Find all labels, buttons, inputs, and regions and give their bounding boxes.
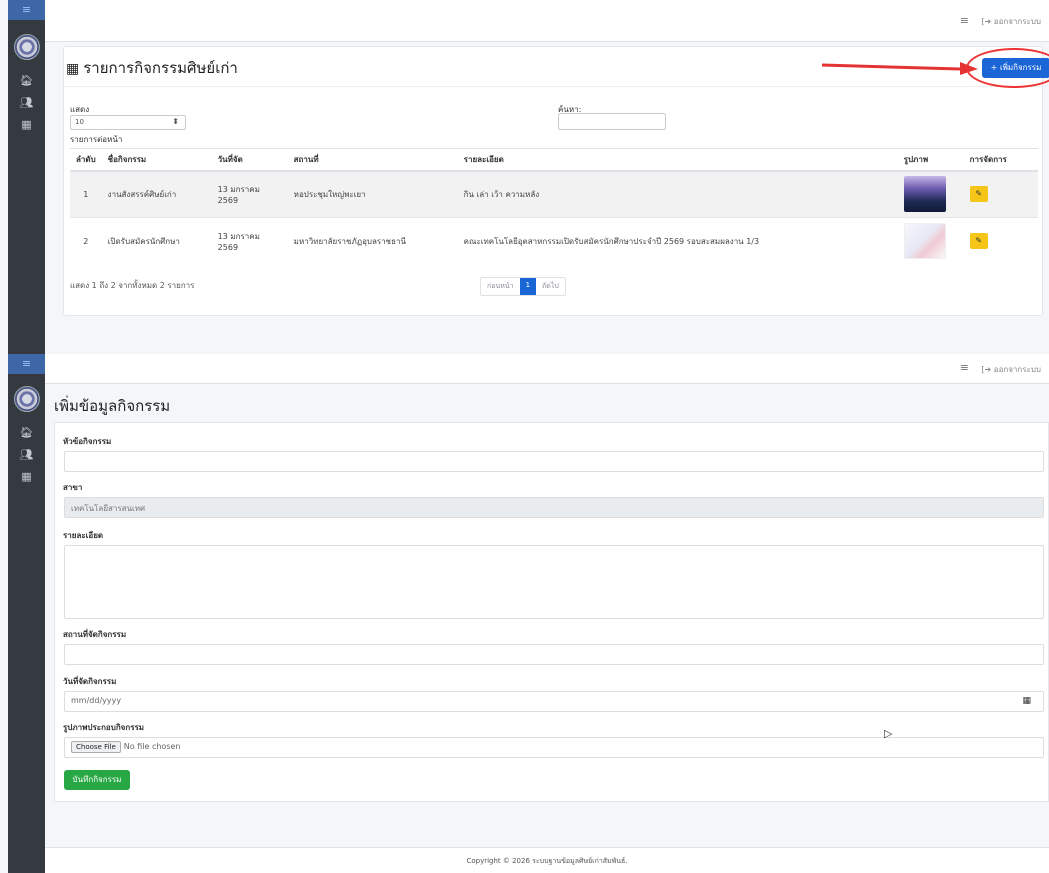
chevron-icon: ⬍ [172, 117, 179, 126]
table-row: 1 งานสังสรรค์ศิษย์เก่า 13 มกราคม 2569 หอ… [70, 170, 1038, 218]
cell-date: 13 มกราคม 2569 [211, 170, 288, 218]
home-icon: 🏠︎ [19, 74, 34, 87]
logout-link[interactable]: [➜ ออกจากระบบ [981, 15, 1041, 28]
place-input[interactable] [64, 644, 1044, 665]
hamburger-icon[interactable]: ≡ [960, 361, 969, 374]
col-detail[interactable]: รายละเอียด [457, 148, 898, 172]
table-info: แสดง 1 ถึง 2 จากทั้งหมด 2 รายการ [70, 281, 195, 290]
card-header: ▦ รายการกิจกรรมศิษย์เก่า + เพิ่มกิจกรรม [64, 47, 1049, 88]
detail-label: รายละเอียด [63, 531, 104, 540]
sidebar-item-alumni[interactable]: 👥︎ [8, 444, 45, 466]
pager-prev[interactable]: ก่อนหน้า [481, 278, 520, 295]
table-header-row: ลำดับ ชื่อกิจกรรม วันที่จัด สถานที่ รายล… [70, 148, 1038, 172]
activity-table: ลำดับ ชื่อกิจกรรม วันที่จัด สถานที่ รายล… [70, 148, 1038, 265]
sidebar: ≡ 🏠︎ 👥︎ ▦ [8, 354, 45, 873]
home-icon: 🏠︎ [19, 426, 34, 439]
sidebar-toggle[interactable]: ≡ [8, 354, 45, 374]
date-label: วันที่จัดกิจกรรม [63, 677, 117, 686]
place-label: สถานที่จัดกิจกรรม [63, 630, 127, 639]
cell-detail: กิน เล่า เว้า ความหลัง [457, 170, 898, 218]
annotation-arrow [821, 62, 978, 75]
date-input[interactable]: mm/dd/yyyy ▦ [64, 691, 1044, 712]
save-activity-button[interactable]: บันทึกกิจกรรม [64, 770, 130, 790]
university-logo [13, 34, 40, 60]
activity-list-card: ▦ รายการกิจกรรมศิษย์เก่า + เพิ่มกิจกรรม แ… [63, 46, 1049, 316]
add-activity-screen: ≡ 🏠︎ 👥︎ ▦ ≡ [➜ ออกจากระบบ เพิ่มข้อมูลกิจ… [0, 354, 1049, 873]
cell-no: 2 [70, 217, 102, 265]
page-size-select[interactable]: 10 ⬍ [70, 115, 186, 130]
cell-detail: คณะเทคโนโลยีอุตสาหกรรมเปิดรับสมัครนักศึก… [457, 217, 898, 265]
activity-image[interactable] [903, 176, 946, 213]
sidebar-item-alumni[interactable]: 👥︎ [8, 92, 45, 114]
top-navbar: ≡ [➜ ออกจากระบบ [45, 0, 1049, 42]
pager-next[interactable]: ถัดไป [536, 278, 565, 295]
image-label: รูปภาพประกอบกิจกรรม [63, 723, 145, 732]
page-footer: Copyright © 2026 ระบบฐานข้อมูลศิษย์เก่าส… [45, 847, 1049, 873]
logout-link[interactable]: [➜ ออกจากระบบ [981, 363, 1041, 376]
cell-name: เปิดรับสมัครนักศึกษา [101, 217, 212, 265]
detail-textarea[interactable] [64, 545, 1044, 619]
edit-icon: ✎ [975, 189, 983, 199]
choose-file-button[interactable]: Choose File [71, 741, 121, 753]
cell-place: มหาวิทยาลัยราชภัฏอุบลราชธานี [287, 217, 458, 265]
add-activity-form: หัวข้อกิจกรรม สาขา เทคโนโลยีสารสนเทศ ราย… [54, 422, 1049, 802]
sidebar-item-activities[interactable]: ▦ [8, 466, 45, 488]
activity-list-screen: ≡ 🏠︎ 👥︎ ▦ ≡ [➜ ออกจากระบบ ▦ รายการกิจกรรม… [0, 0, 1049, 354]
sidebar-item-home[interactable]: 🏠︎ [8, 422, 45, 444]
edit-button[interactable]: ✎ [969, 186, 988, 203]
edit-icon: ✎ [975, 236, 983, 246]
cell-manage: ✎ [963, 170, 1038, 218]
file-status: No file chosen [123, 742, 181, 751]
branch-input: เทคโนโลยีสารสนเทศ [64, 497, 1044, 518]
cell-image [897, 217, 964, 265]
file-input[interactable]: Choose File No file chosen [64, 737, 1044, 758]
sidebar-toggle[interactable]: ≡ [8, 0, 45, 20]
topic-label: หัวข้อกิจกรรม [63, 437, 112, 446]
users-icon: 👥︎ [19, 96, 34, 109]
cell-place: หอประชุมใหญ่พะเยา [287, 170, 458, 218]
per-page-label: รายการต่อหน้า [70, 135, 123, 144]
col-no[interactable]: ลำดับ [70, 148, 102, 172]
col-name[interactable]: ชื่อกิจกรรม [101, 148, 212, 172]
calendar-icon: ▦ [66, 61, 80, 77]
calendar-icon: ▦ [21, 470, 32, 483]
page-title: เพิ่มข้อมูลกิจกรรม [54, 397, 171, 415]
top-navbar: ≡ [➜ ออกจากระบบ [45, 354, 1049, 384]
page-title: ▦ รายการกิจกรรมศิษย์เก่า [66, 59, 238, 77]
edit-button[interactable]: ✎ [969, 233, 988, 250]
sidebar-item-activities[interactable]: ▦ [8, 114, 45, 136]
branch-label: สาขา [63, 483, 83, 492]
cell-date: 13 มกราคม 2569 [211, 217, 288, 265]
cell-image [897, 170, 964, 218]
calendar-icon[interactable]: ▦ [1022, 696, 1031, 706]
menu-icon: ≡ [21, 357, 32, 370]
hamburger-icon[interactable]: ≡ [960, 14, 969, 27]
pager-page-1[interactable]: 1 [519, 278, 537, 295]
mouse-cursor-icon: ▷ [884, 727, 893, 740]
search-input[interactable] [558, 113, 666, 130]
table-row: 2 เปิดรับสมัครนักศึกษา 13 มกราคม 2569 มห… [70, 217, 1038, 265]
annotation-circle [966, 48, 1049, 88]
pagination: ก่อนหน้า 1 ถัดไป [480, 277, 566, 296]
topic-input[interactable] [64, 451, 1044, 472]
col-manage[interactable]: การจัดการ [963, 148, 1038, 172]
calendar-icon: ▦ [21, 118, 32, 131]
col-image[interactable]: รูปภาพ [897, 148, 964, 172]
cell-no: 1 [70, 170, 102, 218]
users-icon: 👥︎ [19, 448, 34, 461]
col-date[interactable]: วันที่จัด [211, 148, 288, 172]
cell-manage: ✎ [963, 217, 1038, 265]
col-place[interactable]: สถานที่ [287, 148, 458, 172]
university-logo [13, 386, 40, 412]
sidebar-item-home[interactable]: 🏠︎ [8, 70, 45, 92]
sidebar: ≡ 🏠︎ 👥︎ ▦ [8, 0, 45, 354]
menu-icon: ≡ [21, 3, 32, 16]
activity-image[interactable] [903, 223, 946, 260]
cell-name: งานสังสรรค์ศิษย์เก่า [101, 170, 212, 218]
